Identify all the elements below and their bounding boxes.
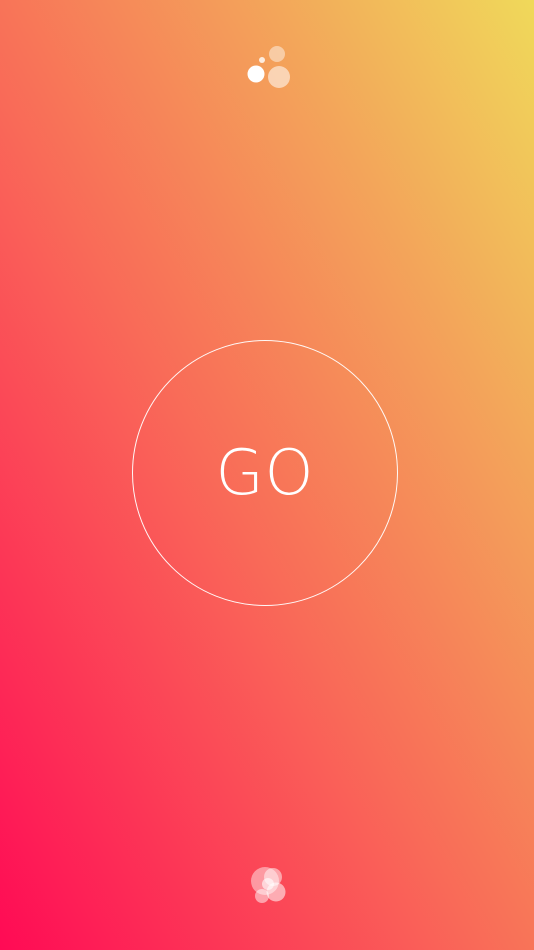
app-screen: GO <box>0 0 534 950</box>
go-button[interactable]: GO <box>132 340 398 606</box>
go-label-wrap: GO <box>216 442 315 504</box>
go-label: GO <box>215 436 315 509</box>
bubbles-logo-icon <box>246 44 294 90</box>
bubbles-cluster-icon[interactable] <box>246 864 290 906</box>
